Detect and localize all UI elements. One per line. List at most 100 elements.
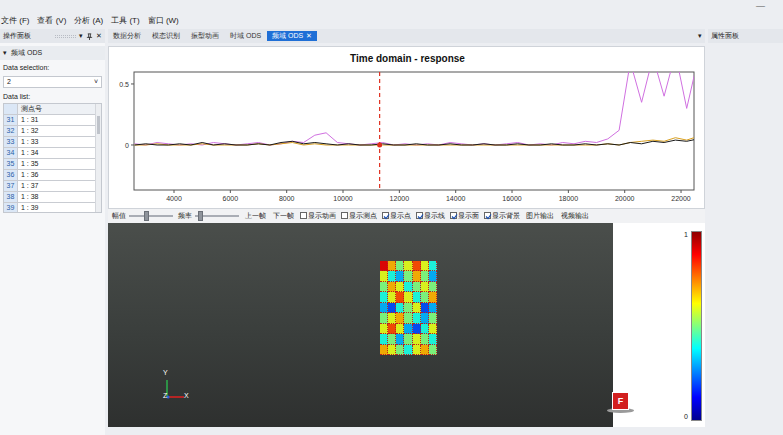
response-chart: Time domain - response0.5040006000800010… — [108, 46, 705, 209]
toolbar-button[interactable]: 图片输出 — [525, 212, 555, 220]
row-index: 36 — [4, 170, 18, 180]
mesh-cell — [388, 282, 396, 292]
slider-thumb[interactable] — [198, 211, 203, 221]
minimize-button[interactable]: — — [756, 0, 765, 12]
mesh-cell — [429, 345, 437, 355]
checkbox[interactable] — [450, 212, 457, 219]
toolbar-item[interactable]: 显示测点 — [341, 212, 377, 220]
mesh-cell — [388, 345, 396, 355]
tab-label: 振型动画 — [191, 32, 219, 39]
tab-bar: 数据分析模态识别振型动画时域 ODS频域 ODS✕ ▾ — [108, 29, 705, 43]
mesh-cell — [413, 292, 421, 302]
y-tick — [131, 83, 134, 84]
mesh-cell — [380, 292, 388, 302]
pin-icon[interactable] — [86, 33, 93, 40]
table-row[interactable]: 351 : 35 — [4, 159, 95, 170]
panel-title: 操作面板 — [3, 32, 52, 40]
scrollbar[interactable] — [95, 104, 101, 212]
cursor-line[interactable] — [379, 72, 380, 190]
tab-label: 数据分析 — [113, 32, 141, 39]
row-value: 1 : 34 — [18, 148, 39, 158]
mesh-cell — [421, 282, 429, 292]
dropdown-arrow[interactable]: ˅ — [94, 78, 98, 86]
tab[interactable]: 模态识别 — [147, 31, 185, 41]
mesh-cell — [396, 271, 404, 281]
tab[interactable]: 频域 ODS✕ — [267, 31, 317, 41]
toolbar-button[interactable]: 视频输出 — [560, 212, 590, 220]
table-row[interactable]: 361 : 36 — [4, 170, 95, 181]
chart-canvas: Time domain - response0.5040006000800010… — [109, 47, 705, 209]
mesh-cell — [404, 292, 412, 302]
tab[interactable]: 时域 ODS — [225, 31, 266, 41]
table-row[interactable]: 341 : 34 — [4, 148, 95, 159]
panel-close-button[interactable]: ✕ — [96, 32, 102, 40]
table-row[interactable]: 321 : 32 — [4, 126, 95, 137]
slider-track[interactable] — [129, 215, 173, 217]
panel-menu-button[interactable]: ▾ — [79, 32, 83, 40]
mesh-cell — [421, 292, 429, 302]
tab-close-button[interactable]: ✕ — [306, 32, 312, 39]
checkbox[interactable] — [416, 212, 423, 219]
menu-item[interactable]: 文件 (F) — [1, 16, 29, 26]
data-list-label: Data list: — [0, 89, 105, 103]
slider-thumb[interactable] — [144, 211, 149, 221]
mesh-cell — [380, 324, 388, 334]
column-header[interactable]: 测点号 — [18, 104, 42, 114]
toolbar-item[interactable]: 显示面 — [450, 212, 479, 220]
table-row[interactable]: 371 : 37 — [4, 181, 95, 192]
tab[interactable]: 振型动画 — [186, 31, 224, 41]
data-selection-dropdown[interactable]: 2˅ — [3, 76, 102, 88]
scroll-thumb[interactable] — [97, 116, 100, 134]
checkbox[interactable] — [300, 212, 307, 219]
toolbar-item[interactable]: 显示点 — [382, 212, 411, 220]
x-tick — [512, 190, 513, 193]
menu-item[interactable]: 工具 (T) — [111, 16, 139, 26]
tab[interactable]: 数据分析 — [108, 31, 146, 41]
table-row[interactable]: 381 : 38 — [4, 192, 95, 203]
table-row[interactable]: 311 : 31 — [4, 115, 95, 126]
axis-label: Y — [163, 369, 168, 377]
menu-item[interactable]: 窗口 (W) — [148, 16, 179, 26]
checkbox[interactable] — [382, 212, 389, 219]
section-header[interactable]: ▾ 频域 ODS — [0, 46, 105, 60]
mesh-cell — [396, 303, 404, 313]
mesh-cell — [388, 292, 396, 302]
toolbar-item[interactable]: 显示线 — [416, 212, 445, 220]
mesh-cell — [388, 313, 396, 323]
force-marker[interactable]: F — [612, 392, 629, 410]
menu-item[interactable]: 分析 (A) — [74, 16, 103, 26]
toolbar-item[interactable]: 图片输出 — [525, 212, 555, 220]
toolbar-item[interactable]: 显示背景 — [484, 212, 520, 220]
mesh-cell — [413, 334, 421, 344]
toolbar-item[interactable]: 上一帧 — [244, 212, 267, 220]
property-panel: 属性面板 — [708, 29, 783, 435]
toolbar-button[interactable]: 上一帧 — [244, 212, 267, 220]
x-tick — [343, 190, 344, 193]
section-title: 频域 ODS — [11, 49, 42, 57]
checkbox[interactable] — [341, 212, 348, 219]
x-tick-label: 14000 — [446, 195, 466, 202]
mesh-cell — [421, 303, 429, 313]
data-selection-label: Data selection: — [0, 60, 105, 74]
mesh-cell — [380, 334, 388, 344]
checkbox[interactable] — [484, 212, 491, 219]
toolbar-item[interactable]: 下一帧 — [272, 212, 295, 220]
toolbar-button[interactable]: 下一帧 — [272, 212, 295, 220]
toolbar-item[interactable]: 视频输出 — [560, 212, 590, 220]
table-row[interactable]: 391 : 39 — [4, 203, 95, 213]
table-body: 测点号311 : 31321 : 32331 : 33341 : 34351 :… — [4, 104, 95, 212]
ods-mesh — [380, 261, 437, 355]
toolbar-item[interactable]: 显示动画 — [300, 212, 336, 220]
mesh-cell — [429, 334, 437, 344]
mesh-cell — [421, 313, 429, 323]
slider-track[interactable] — [195, 215, 239, 217]
tab-menu-button[interactable]: ▾ — [695, 32, 705, 40]
x-tick-label: 12000 — [390, 195, 410, 202]
chart-title: Time domain - response — [350, 53, 465, 64]
mesh-cell — [380, 271, 388, 281]
table-row[interactable]: 331 : 33 — [4, 137, 95, 148]
ods-viewer: YZXF10 — [108, 223, 705, 427]
menu-item[interactable]: 查看 (V) — [37, 16, 66, 26]
collapse-arrow[interactable]: ▾ — [3, 49, 7, 57]
row-value: 1 : 35 — [18, 159, 39, 169]
